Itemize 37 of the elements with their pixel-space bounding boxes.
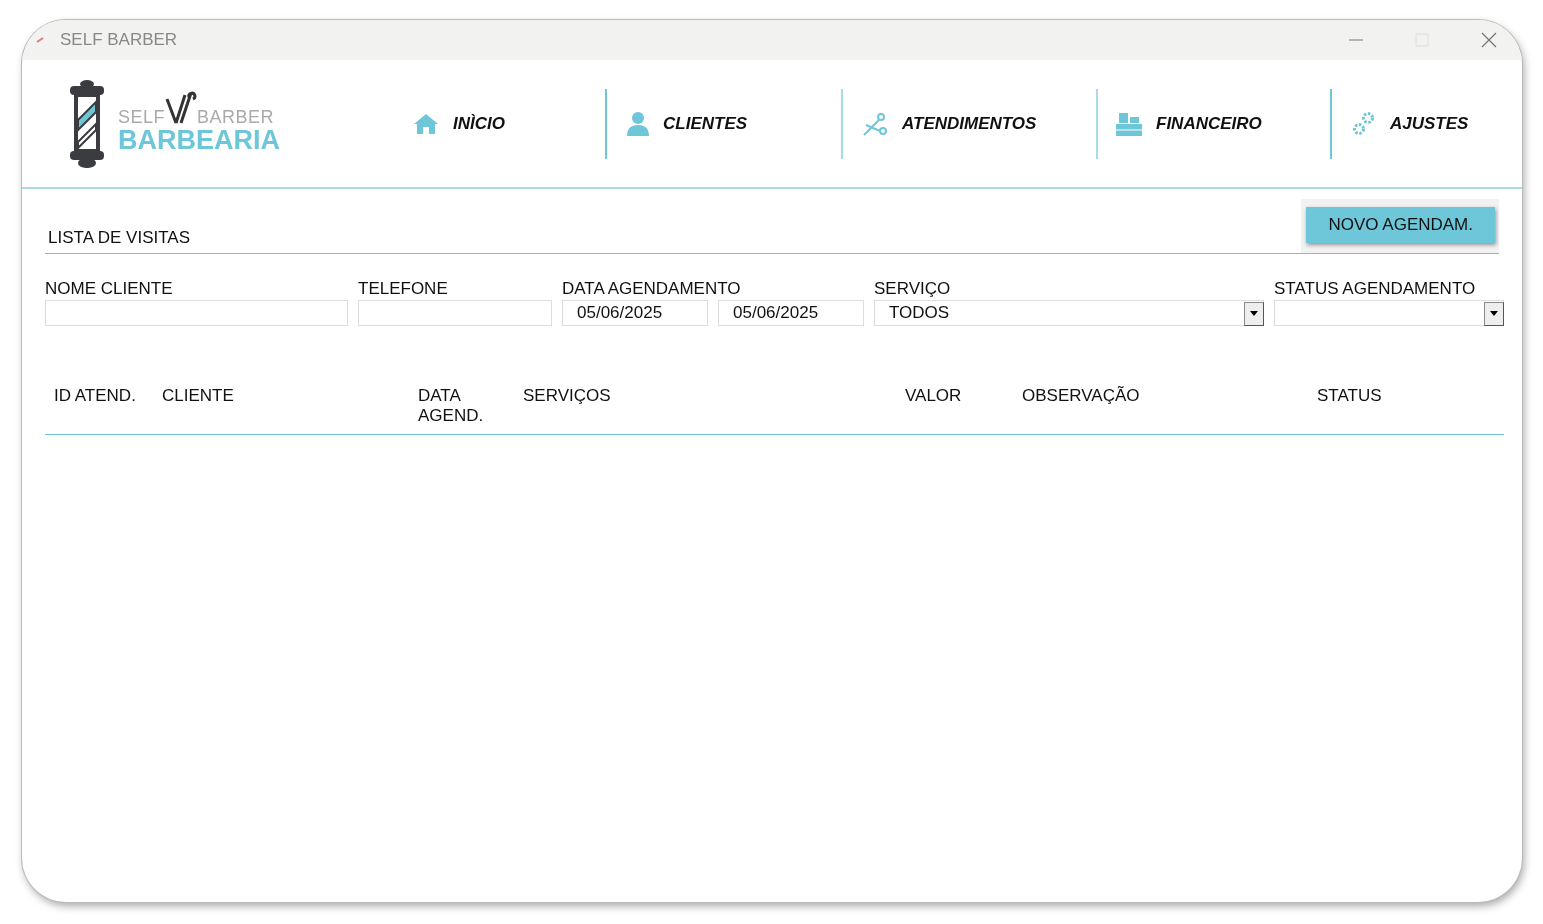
field-label: SERVIÇO	[874, 278, 952, 300]
app-icon	[36, 36, 44, 44]
logo-text: BARBEARIA	[118, 126, 280, 153]
scissors-icon	[862, 110, 888, 137]
date-field[interactable]: 05/06/2025	[562, 300, 708, 326]
logo-text: BARBER	[197, 106, 275, 127]
input-field[interactable]	[358, 300, 552, 326]
column-header: STATUS	[1317, 386, 1383, 407]
column-header: SERVIÇOS	[523, 386, 612, 407]
nav-link[interactable]: FINANCEIRO	[1156, 113, 1262, 134]
date-field[interactable]: 05/06/2025	[718, 300, 864, 326]
new-appointment-button[interactable]: NOVO AGENDAM.	[1306, 207, 1495, 243]
barber-pole-icon	[68, 79, 106, 168]
cash-register-icon	[1116, 111, 1142, 136]
section-title: LISTA DE VISITAS	[48, 228, 191, 249]
close-icon[interactable]	[1480, 31, 1498, 49]
home-icon	[413, 112, 439, 135]
person-icon	[627, 111, 649, 136]
field-label: DATA AGENDAMENTO	[562, 278, 742, 300]
nav-link[interactable]: INÌCIO	[453, 113, 505, 134]
column-header: ID ATEND.	[54, 386, 137, 407]
nav-link[interactable]: ATENDIMENTOS	[902, 113, 1037, 134]
window-title: SELF BARBER	[60, 30, 178, 50]
field-label: NOME CLIENTE	[45, 278, 174, 300]
gears-icon	[1352, 110, 1376, 137]
column-header: VALOR	[905, 386, 963, 407]
nav-link[interactable]: AJUSTES	[1390, 113, 1469, 134]
dropdown-field[interactable]	[1274, 300, 1504, 326]
nav-link[interactable]: CLIENTES	[663, 113, 748, 134]
dropdown-field[interactable]: TODOS	[874, 300, 1264, 326]
logo-text: SELF	[118, 106, 166, 127]
field-label: STATUS AGENDAMENTO	[1274, 278, 1477, 300]
column-header: CLIENTE	[162, 386, 235, 407]
column-header: DATA AGEND.	[418, 386, 485, 426]
field-label: TELEFONE	[358, 278, 449, 300]
column-header: OBSERVAÇÃO	[1022, 386, 1141, 407]
input-field[interactable]	[45, 300, 348, 326]
